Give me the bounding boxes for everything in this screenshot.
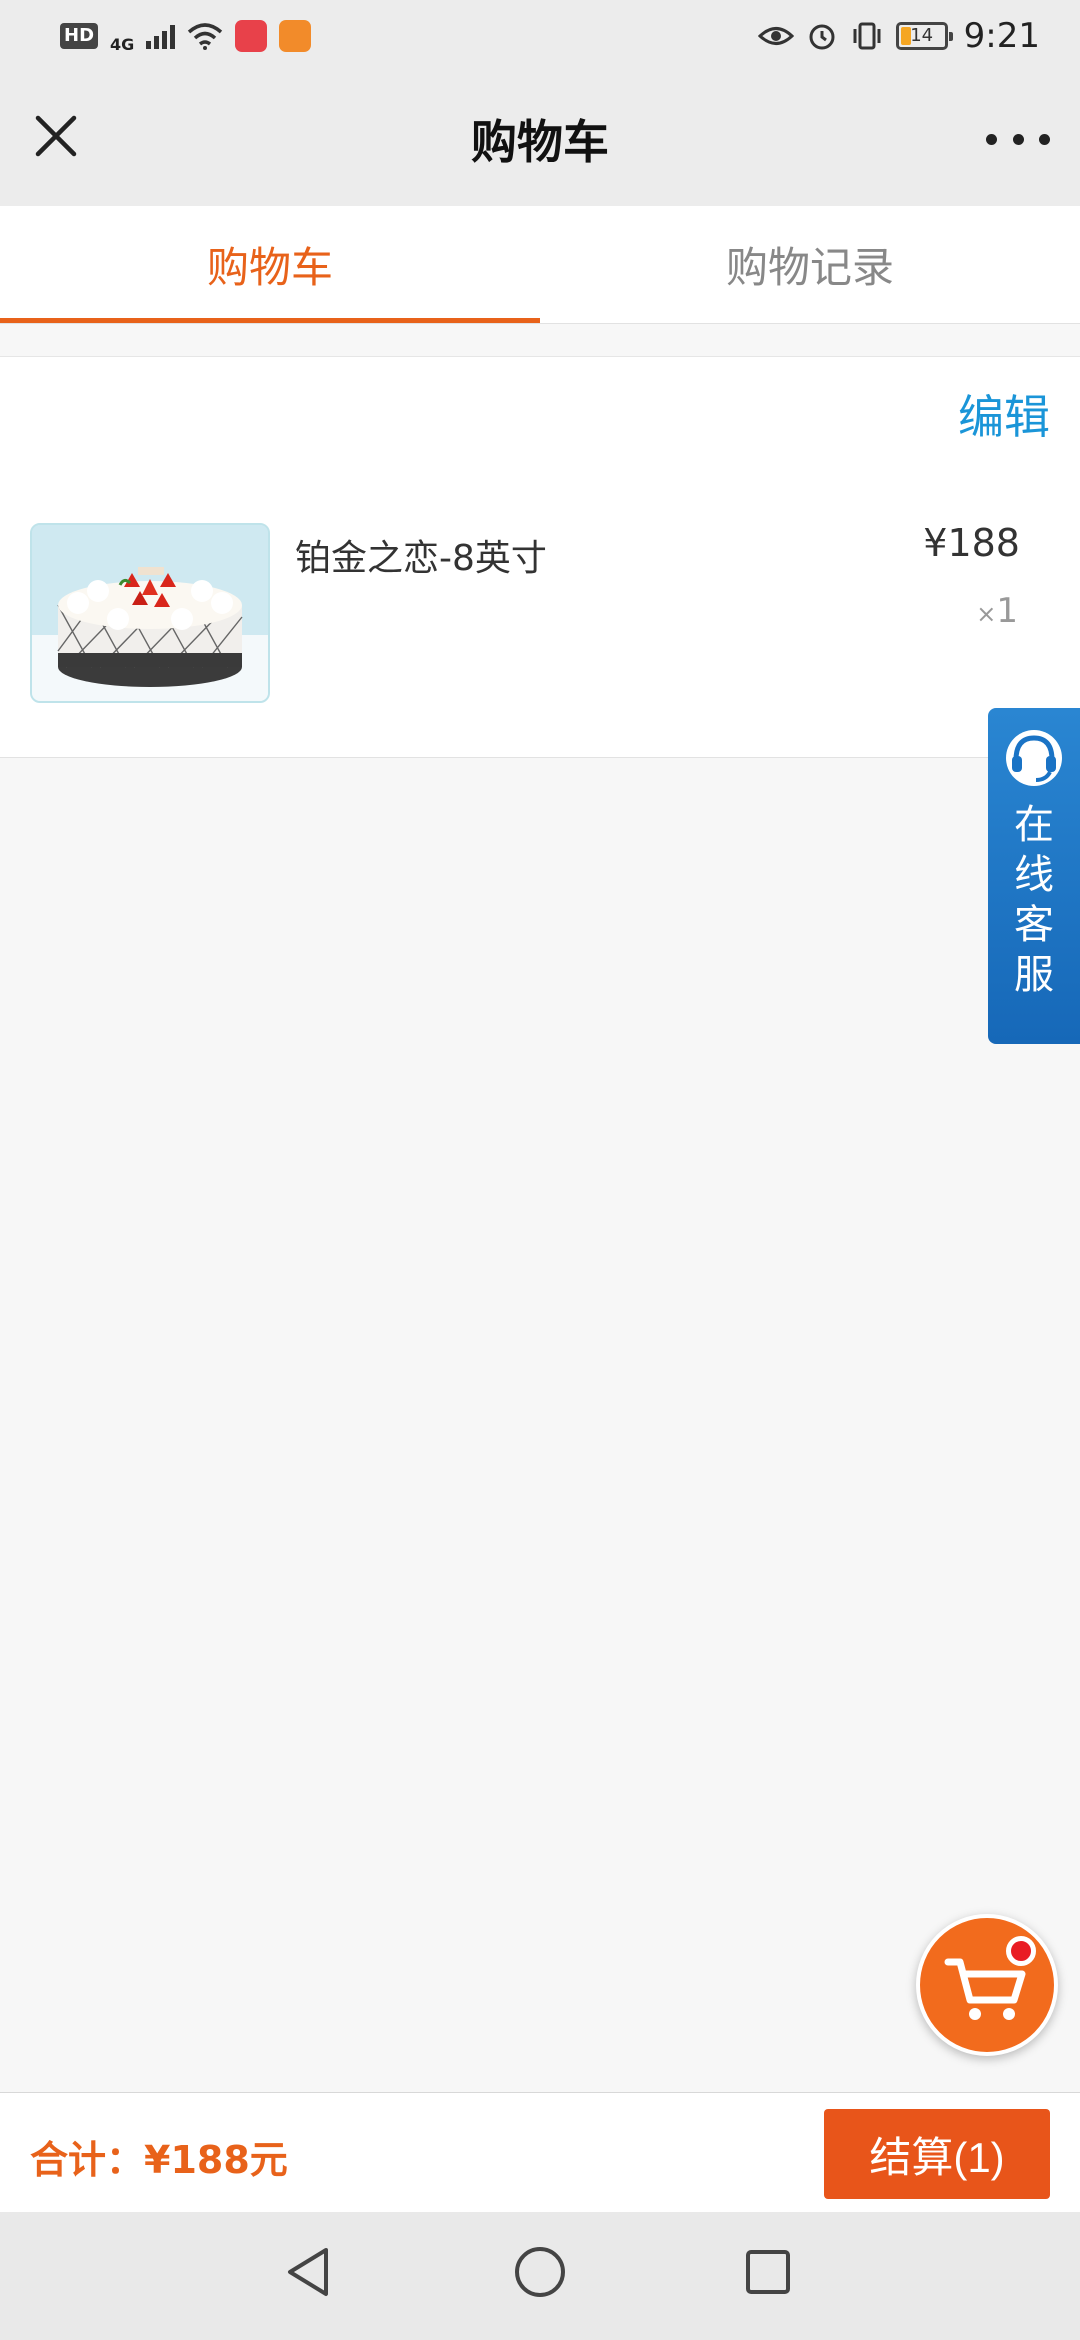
home-nav-button[interactable] — [510, 2242, 570, 2302]
more-icon-dot — [1039, 133, 1050, 145]
tab-purchase-history[interactable]: 购物记录 — [540, 206, 1080, 323]
battery-icon: 14 — [895, 22, 953, 50]
back-triangle-icon — [288, 2248, 328, 2296]
cart-icon — [944, 1958, 1026, 2020]
close-button[interactable] — [30, 110, 82, 162]
checkout-bar: 合计：¥188元 结算(1) — [0, 2092, 1080, 2212]
quantity-value: 1 — [996, 591, 1018, 631]
network-type: 4G — [110, 34, 135, 54]
more-icon — [986, 133, 997, 145]
video-app-icon — [279, 20, 312, 52]
status-bar: HD 4G 14 9:21 — [0, 0, 1080, 72]
alarm-icon — [809, 24, 835, 50]
title-bar: 购物车 — [0, 72, 1080, 206]
online-service-button[interactable]: 在线客服 — [988, 708, 1080, 1044]
hd-badge: HD — [60, 23, 99, 49]
floating-cart-button[interactable] — [916, 1914, 1058, 2056]
recents-square-icon — [746, 2250, 790, 2294]
cake-image — [32, 525, 268, 701]
product-quantity: ×1 — [976, 591, 1018, 631]
more-button[interactable] — [986, 114, 1050, 164]
clock: 9:21 — [963, 16, 1040, 56]
checkout-button[interactable]: 结算(1) — [824, 2109, 1050, 2199]
headset-icon — [1006, 730, 1062, 786]
product-name[interactable]: 铂金之恋-8英寸 — [295, 529, 547, 581]
back-nav-button[interactable] — [278, 2242, 338, 2302]
eye-icon — [757, 27, 794, 45]
status-right: 14 9:21 — [757, 16, 1040, 56]
product-price: ¥188 — [923, 521, 1020, 565]
cart-badge-dot — [1006, 1936, 1036, 1966]
vibrate-icon — [853, 22, 881, 50]
screen: HD 4G 14 9:21 购物车 购物车 购物记录 编辑 铂金之恋-8英寸 ¥… — [0, 0, 1080, 2340]
status-left: HD 4G — [60, 19, 312, 54]
signal-icon — [146, 23, 176, 49]
close-icon — [35, 115, 77, 157]
edit-button[interactable]: 编辑 — [958, 381, 1050, 447]
quantity-prefix: × — [976, 600, 997, 628]
home-circle-icon — [515, 2247, 565, 2297]
app-notification-icon — [235, 20, 268, 52]
system-nav-bar — [0, 2212, 1080, 2340]
total-amount: 合计：¥188元 — [30, 2138, 288, 2182]
more-icon-dot — [1012, 133, 1024, 145]
page-title: 购物车 — [471, 115, 609, 169]
tab-bar: 购物车 购物记录 — [0, 206, 1080, 324]
recents-nav-button[interactable] — [738, 2242, 798, 2302]
cart-list: 编辑 铂金之恋-8英寸 ¥188 ×1 — [0, 356, 1080, 758]
online-service-label: 在线客服 — [1014, 802, 1054, 998]
product-image[interactable] — [30, 523, 270, 703]
wifi-icon — [188, 23, 223, 50]
tab-cart[interactable]: 购物车 — [0, 206, 540, 323]
